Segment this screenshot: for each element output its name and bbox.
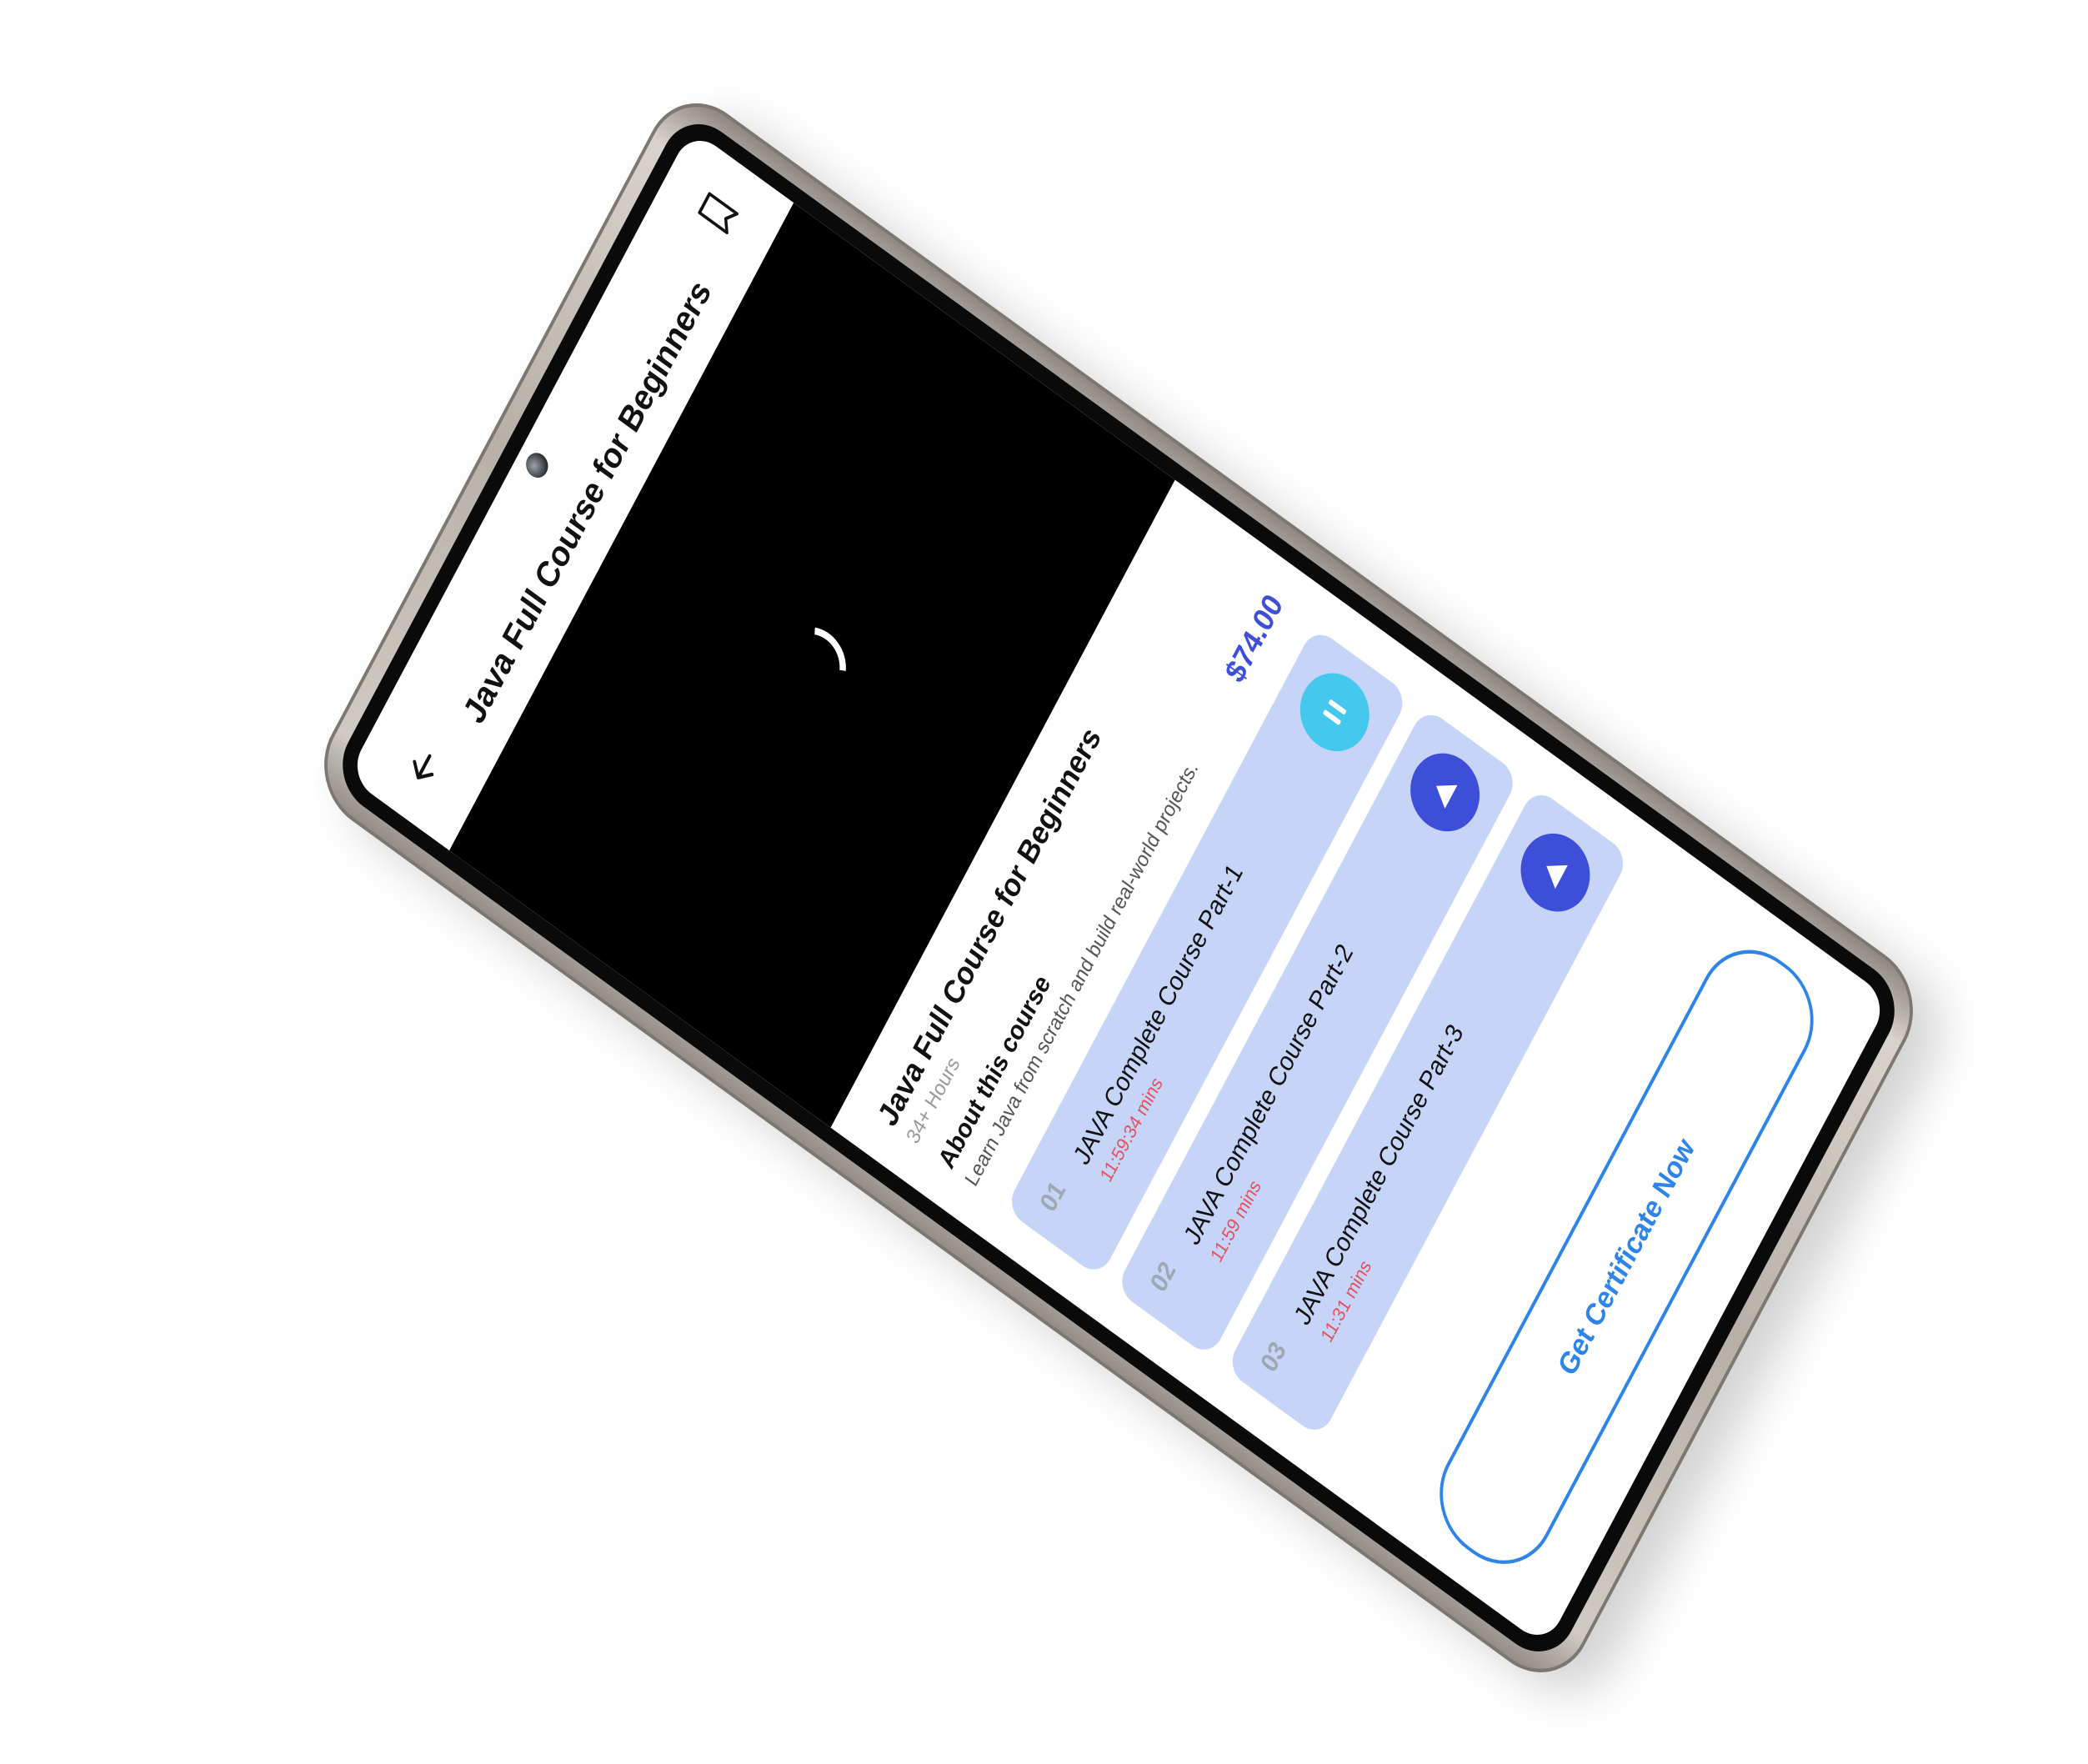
course-price: $74.00: [1218, 587, 1289, 689]
loading-spinner-icon: [764, 611, 860, 719]
phone-screen: Java Full Course for Beginners Java Full…: [347, 128, 1890, 1647]
play-icon: [1540, 854, 1568, 890]
stage: Java Full Course for Beginners Java Full…: [0, 0, 2088, 1764]
phone-device: Java Full Course for Beginners Java Full…: [304, 79, 1933, 1696]
bookmark-icon: [698, 192, 739, 235]
pause-icon: [1322, 699, 1347, 726]
back-button[interactable]: [394, 732, 454, 801]
bookmark-button[interactable]: [688, 178, 749, 248]
play-icon: [1430, 774, 1458, 809]
phone-bezel: Java Full Course for Beginners Java Full…: [328, 106, 1910, 1670]
arrow-left-icon: [413, 754, 434, 779]
